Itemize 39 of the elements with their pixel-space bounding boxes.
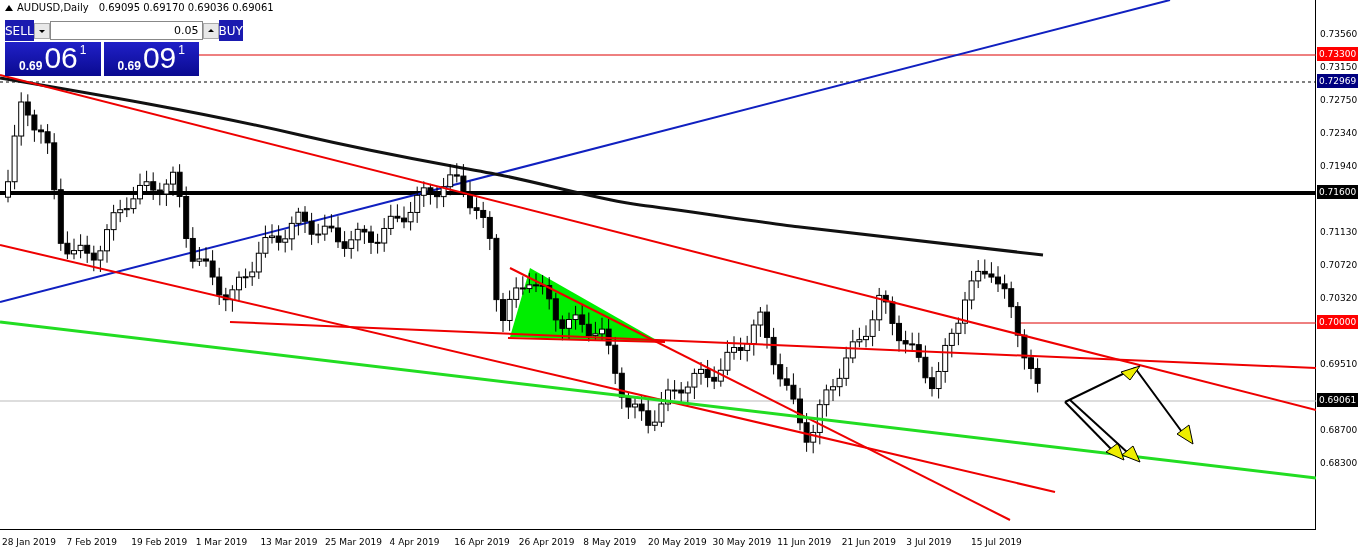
date-label: 15 Jul 2019 — [970, 536, 1023, 547]
price-label: 0.71130 — [1320, 226, 1358, 239]
date-label: 19 Feb 2019 — [131, 536, 189, 547]
price-marker: 0.69061 — [1317, 393, 1359, 407]
date-label: 16 Apr 2019 — [454, 536, 511, 547]
date-label: 4 Apr 2019 — [389, 536, 441, 547]
price-label: 0.70720 — [1320, 259, 1358, 272]
date-label: 21 Jun 2019 — [841, 536, 897, 547]
date-label: 28 Jan 2019 — [2, 536, 57, 547]
price-label: 0.70320 — [1320, 292, 1358, 305]
price-label: 0.71940 — [1320, 160, 1358, 173]
lot-size-field[interactable]: 0.05 — [49, 21, 203, 40]
date-label: 30 May 2019 — [712, 536, 773, 547]
price-label: 0.72750 — [1320, 94, 1358, 107]
sell-button[interactable]: SELL — [5, 20, 34, 41]
price-marker: 0.73300 — [1317, 47, 1359, 61]
price-label: 0.73150 — [1320, 61, 1358, 74]
date-label: 3 Jul 2019 — [906, 536, 953, 547]
date-label: 26 Apr 2019 — [518, 536, 576, 547]
price-label: 0.72340 — [1320, 127, 1358, 140]
price-marker: 0.70000 — [1317, 315, 1359, 329]
date-label: 7 Feb 2019 — [66, 536, 118, 547]
collapse-triangle-icon[interactable] — [5, 4, 13, 11]
price-label: 0.73560 — [1320, 28, 1358, 41]
symbol-title: AUDUSD,Daily — [17, 2, 89, 13]
price-label: 0.68300 — [1320, 457, 1358, 470]
buy-button[interactable]: BUY — [218, 20, 243, 41]
price-label: 0.69510 — [1320, 358, 1358, 371]
price-label: 0.68700 — [1320, 424, 1358, 437]
arrowhead-icon — [1120, 365, 1141, 381]
date-label: 1 Mar 2019 — [195, 536, 249, 547]
date-label: 11 Jun 2019 — [777, 536, 833, 547]
date-label: 13 Mar 2019 — [260, 536, 319, 547]
price-marker: 0.71600 — [1317, 185, 1359, 199]
date-label: 20 May 2019 — [647, 536, 708, 547]
date-label: 8 May 2019 — [583, 536, 638, 547]
ohlc-values: 0.69095 0.69170 0.69036 0.69061 — [98, 2, 274, 13]
price-marker: 0.72969 — [1317, 74, 1359, 88]
date-label: 25 Mar 2019 — [324, 536, 384, 547]
